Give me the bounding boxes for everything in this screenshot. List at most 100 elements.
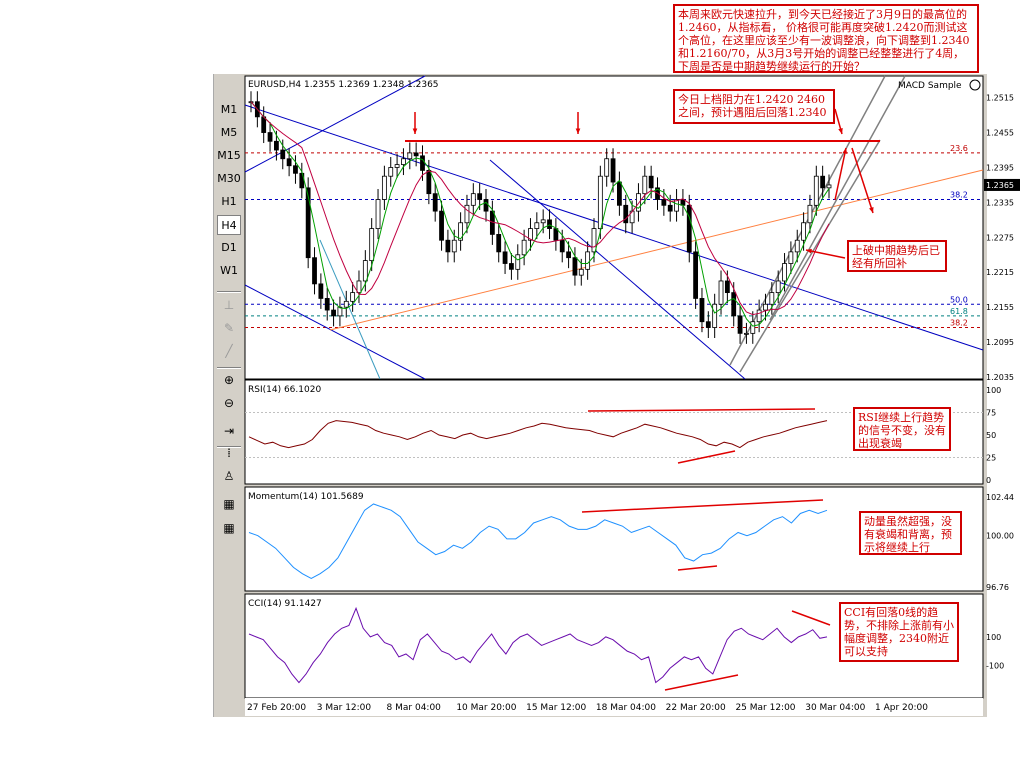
candle-body — [350, 292, 356, 302]
indicator-tick-label: -100 — [986, 661, 1004, 670]
candle-body — [820, 175, 826, 189]
candle-body — [578, 268, 584, 276]
candle-body — [813, 175, 819, 206]
candle-body — [763, 303, 768, 311]
candle-body — [496, 234, 502, 253]
indicator-tick-label: 75 — [986, 409, 996, 418]
candle-body — [604, 158, 610, 177]
candle-body — [407, 152, 413, 160]
candle-body — [807, 204, 813, 224]
candle-body — [686, 204, 692, 253]
candle-body — [369, 228, 375, 261]
candle-body — [534, 222, 540, 229]
candle-body — [464, 204, 470, 224]
price-tick-label: 1.2515 — [986, 94, 1014, 103]
candle-body — [420, 155, 425, 171]
candle-body — [744, 332, 749, 335]
candle-body — [413, 152, 419, 157]
indicator-tick-label: 100 — [986, 633, 1001, 642]
candle-body — [388, 167, 394, 177]
candle-body — [451, 239, 457, 253]
fib-label-0: 23.6 — [950, 144, 968, 153]
indicator-tick-label: 100 — [986, 386, 1001, 395]
candle-body — [788, 251, 794, 264]
candle-body — [724, 280, 730, 294]
candle-body — [312, 257, 317, 285]
candle-body — [286, 158, 292, 167]
indicator-tick-label: 100.00 — [986, 532, 1014, 541]
indicator-tick-label: 102.44 — [986, 493, 1014, 502]
candle-body — [718, 280, 724, 305]
candle-body — [394, 164, 400, 168]
candle-body — [693, 251, 699, 299]
indicator-title: CCI(14) 91.1427 — [248, 599, 322, 609]
time-tick-label: 8 Mar 04:00 — [387, 703, 442, 713]
indicator-tick-label: 25 — [986, 454, 996, 463]
time-tick-label: 3 Mar 12:00 — [317, 703, 372, 713]
candle-body — [401, 158, 406, 165]
candle-body — [521, 239, 527, 256]
time-tick-label: 1 Apr 20:00 — [875, 703, 928, 713]
candle-body — [572, 257, 578, 276]
indicator-tick-label: 50 — [986, 431, 996, 440]
symbol-header: EURUSD,H4 1.2355 1.2369 1.2348 1.2365 — [248, 80, 439, 90]
candle-body — [274, 140, 279, 151]
candle-body — [261, 116, 267, 133]
candle-body — [699, 298, 705, 323]
fib-label-2: 50.0 — [950, 295, 968, 304]
candle-body — [756, 309, 762, 323]
note-resistance: 今日上档阻力在1.2420 2460之间，预计遇阻后回落1.2340 — [673, 89, 835, 124]
candle-body — [477, 193, 483, 200]
candle-body — [445, 239, 451, 253]
candle-body — [737, 315, 743, 334]
candle-body — [470, 193, 476, 206]
candle-body — [362, 260, 368, 282]
time-tick-label: 25 Mar 12:00 — [735, 703, 795, 713]
candle-body — [712, 303, 718, 328]
candle-body — [515, 254, 521, 270]
candle-body — [648, 175, 654, 189]
time-tick-label: 10 Mar 20:00 — [456, 703, 516, 713]
candle-body — [356, 280, 362, 294]
note-momentum: 动量虽然超强，没有衰竭和背离，预示将继续上行 — [859, 511, 962, 555]
indicator-name-label: MACD Sample — [898, 81, 962, 91]
indicator-tick-label: 0 — [986, 476, 991, 485]
note-main: 本周来欧元快速拉升，到今天已经接近了3月9日的最高位的1.2460，从指标看， … — [673, 4, 979, 73]
current-price-label: 1.2365 — [986, 181, 1014, 190]
time-tick-label: 22 Mar 20:00 — [666, 703, 726, 713]
candle-body — [559, 239, 565, 253]
candle-body — [483, 199, 489, 212]
candle-body — [540, 219, 546, 224]
indicator-title: Momentum(14) 101.5689 — [248, 492, 364, 502]
time-tick-label: 27 Feb 20:00 — [247, 703, 306, 713]
price-tick-label: 1.2155 — [986, 303, 1014, 312]
time-tick-label: 18 Mar 04:00 — [596, 703, 656, 713]
candle-body — [547, 219, 552, 229]
candle-body — [426, 169, 432, 195]
candle-body — [343, 300, 349, 308]
candle-body — [375, 199, 381, 229]
candle-body — [661, 199, 667, 206]
candle-body — [616, 181, 622, 206]
candle-body — [750, 321, 756, 334]
note-pullback: 上破中期趋势后已经有所回补 — [847, 240, 947, 272]
candle-body — [439, 210, 444, 241]
candle-body — [381, 175, 387, 200]
candle-body — [553, 228, 559, 241]
fib-label-1: 38.2 — [950, 190, 968, 199]
candle-body — [267, 132, 273, 142]
candle-body — [826, 184, 832, 189]
price-tick-label: 1.2275 — [986, 233, 1014, 242]
candle-body — [324, 298, 330, 311]
smiley-icon — [969, 79, 981, 91]
candle-body — [794, 239, 800, 253]
candle-body — [293, 165, 298, 174]
price-tick-label: 1.2035 — [986, 373, 1014, 382]
candle-body — [331, 309, 336, 317]
candle-body — [775, 280, 781, 294]
time-tick-label: 15 Mar 12:00 — [526, 703, 586, 713]
note-cci: CCI有回落0线的趋势，不排除上涨前有小幅度调整，2340附近可以支持 — [839, 602, 959, 662]
candle-body — [705, 321, 711, 328]
candle-body — [566, 251, 571, 259]
indicator-tick-label: 96.76 — [986, 583, 1009, 592]
